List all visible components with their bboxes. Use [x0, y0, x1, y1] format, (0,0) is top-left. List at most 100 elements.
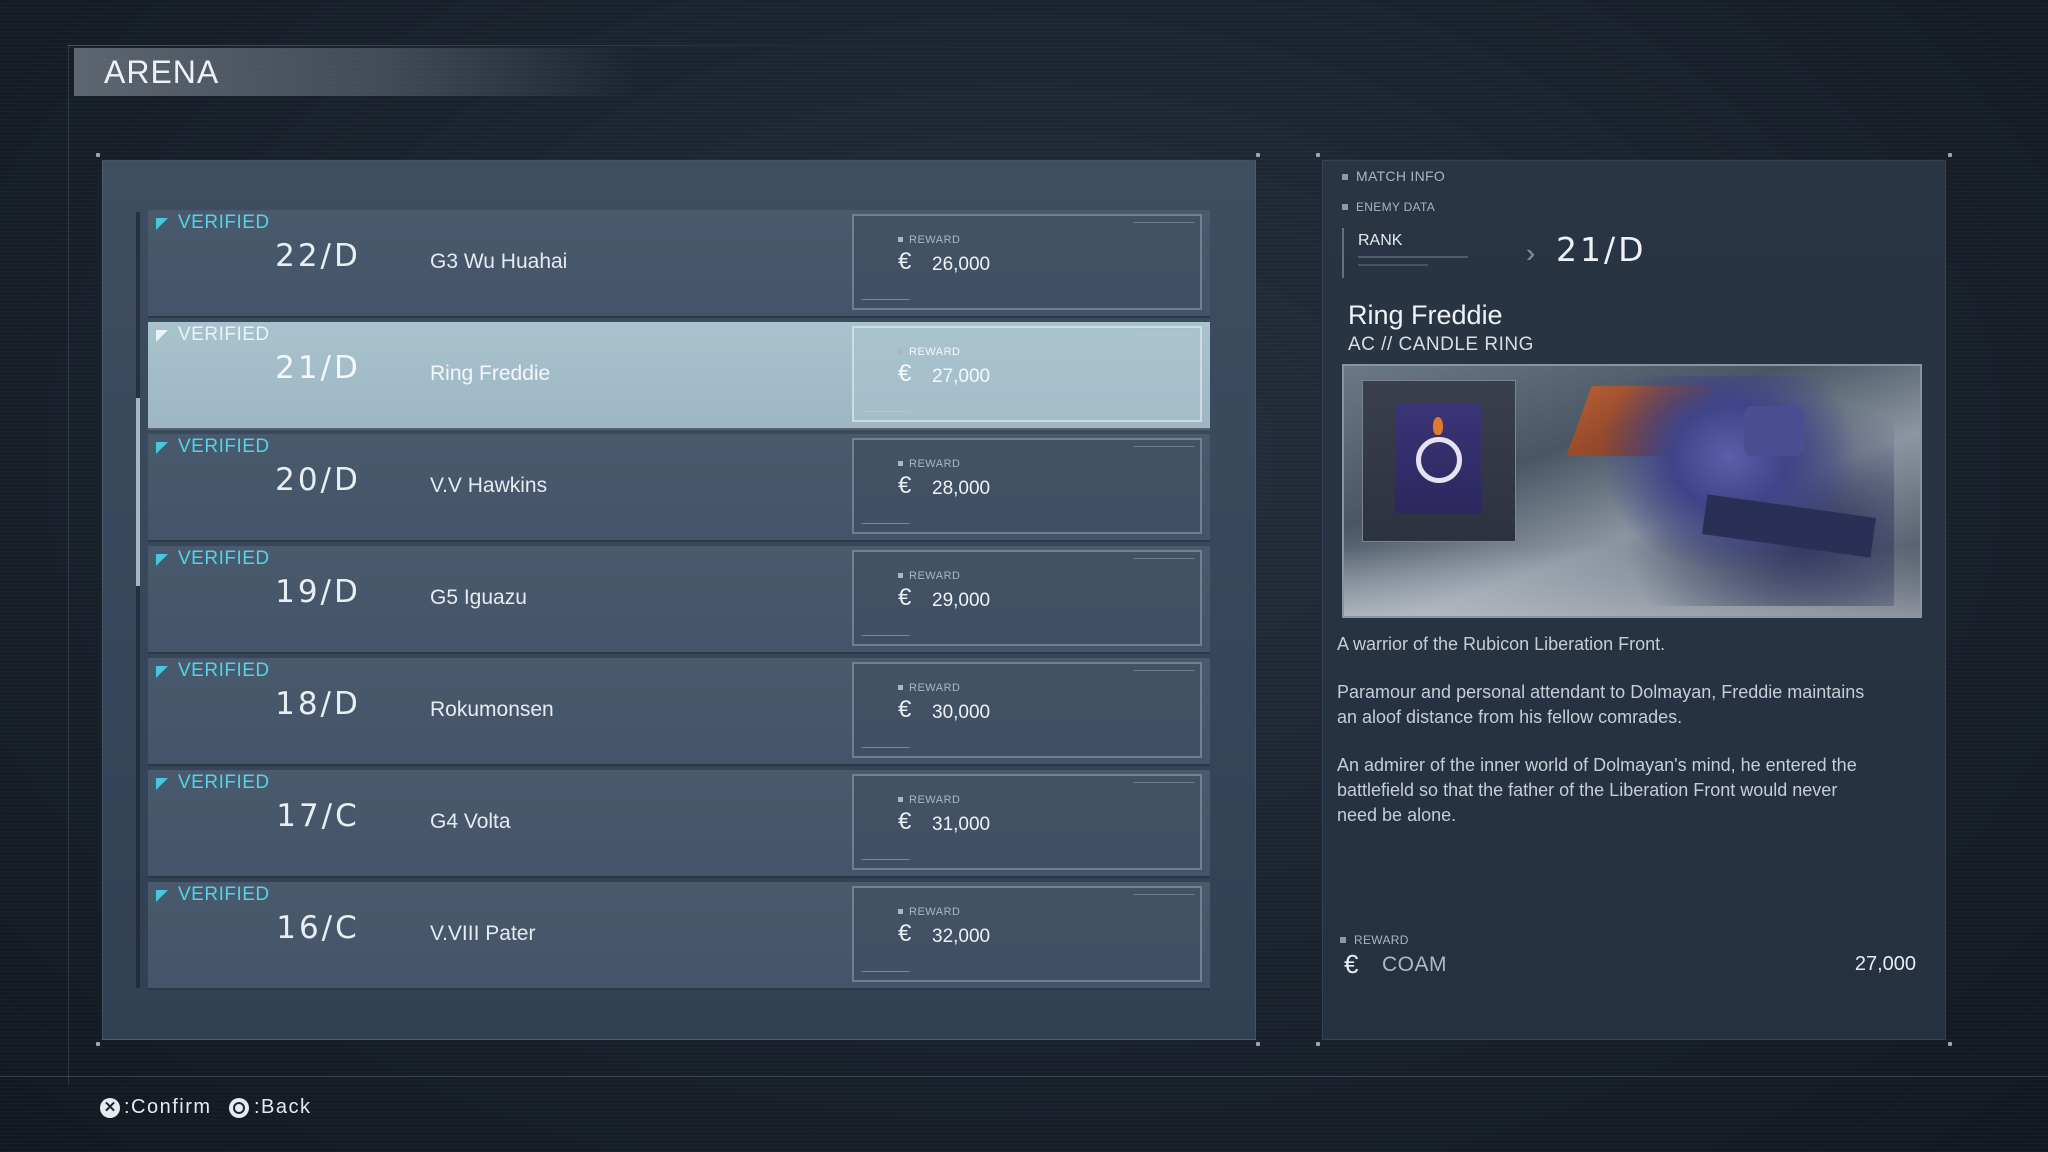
rank-deco: [1358, 256, 1468, 258]
double-chevron-icon: ››: [1526, 238, 1538, 268]
corner-dot: [1948, 1042, 1952, 1046]
currency-icon: €: [898, 808, 912, 835]
opponent-name: Ring Freddie: [430, 362, 551, 385]
reward-box: REWARD € 32,000: [852, 886, 1202, 982]
back-prompt[interactable]: :Back: [254, 1096, 312, 1119]
reward-label: REWARD: [898, 234, 960, 246]
cross-button-icon[interactable]: ✕: [100, 1098, 120, 1118]
currency-icon: €: [1344, 949, 1359, 979]
reward-label: REWARD: [898, 458, 960, 470]
scrollbar-thumb[interactable]: [136, 398, 140, 586]
opponent-rank: 21/D: [275, 350, 361, 386]
verified-status: VERIFIED: [156, 660, 270, 682]
opponent-name: Rokumonsen: [430, 698, 554, 721]
flame-icon: [1433, 417, 1443, 435]
final-reward-value: 27,000: [1854, 953, 1916, 975]
opponent-rank: 18/D: [275, 686, 361, 722]
corner-dot: [96, 153, 100, 157]
ring-icon: [1416, 437, 1462, 483]
corner-dot: [1316, 1042, 1320, 1046]
corner-dot: [96, 1042, 100, 1046]
currency-icon: €: [898, 584, 912, 611]
verified-status: VERIFIED: [156, 884, 270, 906]
opponent-name: G4 Volta: [430, 810, 511, 833]
reward-value: 31,000: [932, 814, 991, 835]
candle-ring-emblem: [1395, 403, 1481, 513]
reward-box-deco: [862, 635, 910, 636]
currency-name: COAM: [1382, 953, 1447, 976]
opponent-rank: 22/D: [275, 238, 361, 274]
enemy-ac-name: AC // CANDLE RING: [1348, 334, 1534, 355]
reward-box: REWARD € 29,000: [852, 550, 1202, 646]
final-reward-label: REWARD: [1340, 933, 1409, 947]
reward-box-deco: [1134, 782, 1194, 786]
reward-box-deco: [1134, 446, 1194, 450]
verified-status: VERIFIED: [156, 548, 270, 570]
reward-label: REWARD: [898, 794, 960, 806]
verified-status: VERIFIED: [156, 436, 270, 458]
reward-box-deco: [1134, 558, 1194, 562]
reward-label: REWARD: [898, 346, 960, 358]
opponent-rank: 20/D: [275, 462, 361, 498]
corner-dot: [1256, 153, 1260, 157]
screen-title-bar: ARENA: [74, 48, 634, 96]
rank-box: RANK: [1342, 228, 1482, 278]
opponent-name: V.VIII Pater: [430, 922, 536, 945]
opponent-row[interactable]: VERIFIED 17/C G4 Volta REWARD € 31,000: [148, 770, 1210, 878]
reward-label: REWARD: [898, 570, 960, 582]
reward-label: REWARD: [898, 906, 960, 918]
reward-box: REWARD € 26,000: [852, 214, 1202, 310]
reward-value: 32,000: [932, 926, 991, 947]
opponent-row[interactable]: VERIFIED 22/D G3 Wu Huahai REWARD € 26,0…: [148, 210, 1210, 318]
currency-icon: €: [898, 696, 912, 723]
reward-box-deco: [862, 523, 910, 524]
currency-icon: €: [898, 472, 912, 499]
reward-box-deco: [1134, 334, 1194, 338]
mech-head: [1744, 406, 1804, 456]
enemy-portrait: [1342, 364, 1922, 618]
enemy-name: Ring Freddie: [1348, 300, 1503, 330]
currency-icon: €: [898, 360, 912, 387]
verified-label: VERIFIED: [178, 212, 270, 233]
enemy-description: An admirer of the inner world of Dolmaya…: [1337, 755, 1857, 825]
reward-box-deco: [862, 411, 910, 412]
verified-flag-icon: [156, 330, 168, 342]
verified-label: VERIFIED: [178, 548, 270, 569]
reward-box: REWARD € 27,000: [852, 326, 1202, 422]
reward-box-deco: [1134, 670, 1194, 674]
reward-box-deco: [862, 859, 910, 860]
enemy-description: Paramour and personal attendant to Dolma…: [1337, 682, 1865, 727]
corner-dot: [1316, 153, 1320, 157]
verified-flag-icon: [156, 666, 168, 678]
opponent-row-selected[interactable]: VERIFIED 21/D Ring Freddie REWARD € 27,0…: [148, 322, 1210, 430]
verified-status: VERIFIED: [156, 212, 270, 234]
opponent-row[interactable]: VERIFIED 16/C V.VIII Pater REWARD € 32,0…: [148, 882, 1210, 990]
verified-flag-icon: [156, 890, 168, 902]
corner-dot: [1948, 153, 1952, 157]
circle-button-icon[interactable]: [229, 1098, 249, 1118]
verified-status: VERIFIED: [156, 772, 270, 794]
opponent-row[interactable]: VERIFIED 19/D G5 Iguazu REWARD € 29,000: [148, 546, 1210, 654]
reward-box: REWARD € 30,000: [852, 662, 1202, 758]
confirm-prompt[interactable]: :Confirm: [124, 1096, 212, 1119]
opponent-row[interactable]: VERIFIED 20/D V.V Hawkins REWARD € 28,00…: [148, 434, 1210, 542]
verified-flag-icon: [156, 554, 168, 566]
opponent-row[interactable]: VERIFIED 18/D Rokumonsen REWARD € 30,000: [148, 658, 1210, 766]
verified-status: VERIFIED: [156, 324, 270, 346]
reward-value: 30,000: [932, 702, 991, 723]
opponent-rank: 16/C: [276, 910, 360, 946]
reward-box-deco: [862, 299, 910, 300]
rank-label: RANK: [1358, 232, 1403, 249]
reward-box-deco: [862, 971, 910, 972]
reward-box-deco: [1134, 222, 1194, 226]
verified-flag-icon: [156, 778, 168, 790]
scrollbar-track[interactable]: [136, 212, 140, 988]
opponent-name: G5 Iguazu: [430, 586, 527, 609]
frame-line: [68, 45, 69, 1085]
reward-value: 27,000: [932, 366, 991, 387]
verified-flag-icon: [156, 442, 168, 454]
footer-divider: [0, 1076, 2048, 1077]
corner-dot: [1256, 1042, 1260, 1046]
reward-value: 26,000: [932, 254, 991, 275]
emblem-card: [1362, 380, 1516, 542]
